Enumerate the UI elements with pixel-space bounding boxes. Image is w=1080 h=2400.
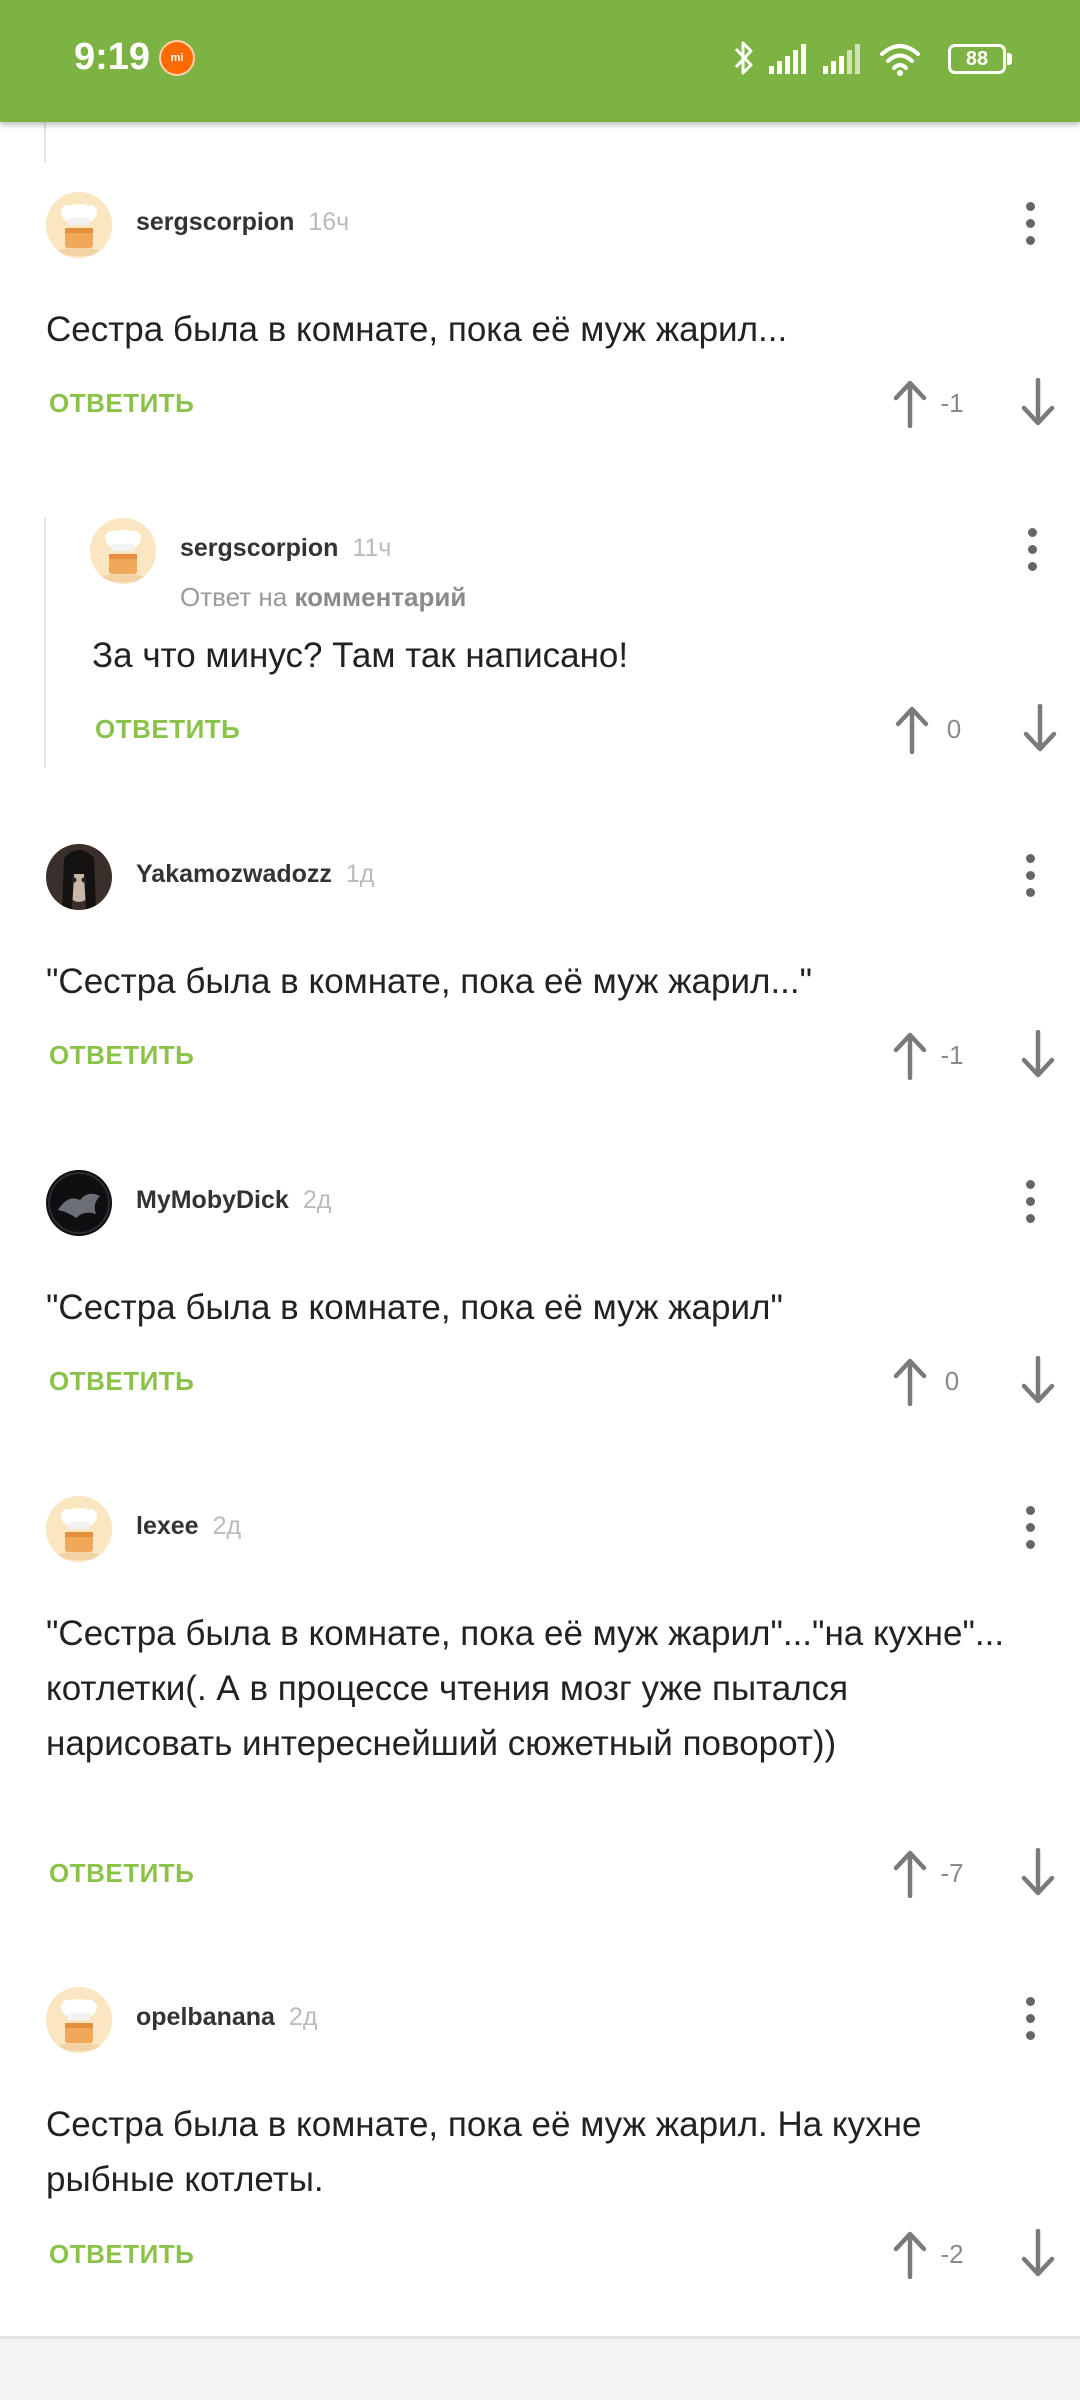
- comment-text: "Сестра была в комнате, пока её муж жари…: [46, 1614, 1005, 1763]
- thread-line: [44, 122, 46, 162]
- comment-time: 2д: [302, 1186, 332, 1214]
- comment-text: За что минус? Там так написано!: [92, 636, 629, 675]
- more-vertical-icon[interactable]: [1024, 854, 1036, 898]
- arrow-up-icon[interactable]: [892, 704, 932, 755]
- arrow-down-icon[interactable]: [1018, 377, 1058, 428]
- signal-strength-icon: [823, 44, 860, 74]
- username[interactable]: lexee 2д: [136, 1512, 241, 1541]
- username[interactable]: Yakamozwadozz 1д: [136, 860, 374, 889]
- wifi-icon: [880, 44, 920, 76]
- comment: MyMobyDick 2д "Сестра была в комнате, пок…: [0, 1170, 1080, 1420]
- comment-actions: ОТВЕТИТЬ -7: [0, 1842, 1080, 1902]
- more-vertical-icon[interactable]: [1024, 1506, 1036, 1550]
- more-vertical-icon[interactable]: [1026, 528, 1038, 572]
- username[interactable]: opelbanana 2д: [136, 2003, 317, 2032]
- bottom-area: [0, 2339, 1080, 2400]
- avatar[interactable]: [46, 1496, 112, 1562]
- comment-time: 11ч: [352, 534, 392, 562]
- avatar[interactable]: [46, 1987, 112, 2053]
- arrow-down-icon[interactable]: [1018, 1355, 1058, 1406]
- reply-button[interactable]: ОТВЕТИТЬ: [49, 1366, 194, 1397]
- more-vertical-icon[interactable]: [1024, 1180, 1036, 1224]
- mi-notification-icon: mi: [159, 40, 195, 76]
- vote-score: -7: [940, 1858, 964, 1888]
- reply-button[interactable]: ОТВЕТИТЬ: [49, 1858, 194, 1889]
- comment-time: 16ч: [308, 208, 350, 236]
- avatar[interactable]: [90, 518, 156, 584]
- reply-button[interactable]: ОТВЕТИТЬ: [49, 2239, 194, 2270]
- comment-actions: ОТВЕТИТЬ -1: [0, 372, 1080, 432]
- battery-tip: [1007, 53, 1012, 65]
- reply-comment: sergscorpion 11ч Ответ на комментарий За …: [44, 518, 1080, 768]
- more-vertical-icon[interactable]: [1024, 202, 1036, 246]
- arrow-up-icon[interactable]: [890, 378, 930, 429]
- vote-score: -1: [940, 1040, 964, 1070]
- arrow-down-icon[interactable]: [1018, 1847, 1058, 1898]
- comment-text: Сестра была в комнате, пока её муж жарил…: [46, 2105, 922, 2199]
- vote-score: -2: [940, 2239, 964, 2269]
- username[interactable]: MyMobyDick 2д: [136, 1186, 331, 1215]
- reply-target-link[interactable]: комментарий: [294, 582, 466, 612]
- comment: Yakamozwadozz 1д "Сестра была в комнате, …: [0, 844, 1080, 1094]
- reply-button[interactable]: ОТВЕТИТЬ: [49, 1040, 194, 1071]
- comment-time: 2д: [288, 2003, 318, 2031]
- reply-button[interactable]: ОТВЕТИТЬ: [49, 388, 194, 419]
- comment-text: "Сестра была в комнате, пока её муж жари…: [46, 962, 813, 1001]
- comment: sergscorpion 16ч Сестра была в комнате, п…: [0, 192, 1080, 442]
- arrow-down-icon[interactable]: [1018, 2228, 1058, 2279]
- comment-actions: ОТВЕТИТЬ -2: [0, 2223, 1080, 2283]
- username[interactable]: sergscorpion 11ч: [180, 534, 391, 563]
- arrow-down-icon[interactable]: [1018, 1029, 1058, 1080]
- avatar[interactable]: [46, 192, 112, 258]
- comment-text: "Сестра была в комнате, пока её муж жари…: [46, 1288, 783, 1327]
- arrow-up-icon[interactable]: [890, 2229, 930, 2280]
- reply-to-label: Ответ на комментарий: [180, 582, 467, 612]
- signal-strength-icon: [769, 44, 806, 74]
- more-vertical-icon[interactable]: [1024, 1997, 1036, 2041]
- comment-actions: ОТВЕТИТЬ -1: [0, 1024, 1080, 1084]
- comment: lexee 2д "Сестра была в комнате, пока её …: [0, 1496, 1080, 1912]
- avatar[interactable]: [46, 1170, 112, 1236]
- comment-actions: ОТВЕТИТЬ 0: [0, 1350, 1080, 1410]
- arrow-up-icon[interactable]: [890, 1030, 930, 1081]
- username[interactable]: sergscorpion 16ч: [136, 208, 349, 237]
- reply-button[interactable]: ОТВЕТИТЬ: [95, 714, 240, 745]
- comment-actions: ОТВЕТИТЬ 0: [46, 698, 1080, 758]
- comment-text: Сестра была в комнате, пока её муж жарил…: [46, 310, 788, 349]
- comment-time: 1д: [345, 860, 375, 888]
- comment: opelbanana 2д Сестра была в комнате, пока…: [0, 1987, 1080, 2293]
- status-time: 9:19: [74, 36, 151, 78]
- vote-score: 0: [946, 714, 962, 744]
- arrow-down-icon[interactable]: [1020, 703, 1060, 754]
- vote-score: 0: [944, 1366, 960, 1396]
- battery-icon: 88: [948, 44, 1006, 74]
- bluetooth-icon: [734, 41, 753, 75]
- avatar[interactable]: [46, 844, 112, 910]
- vote-score: -1: [940, 388, 964, 418]
- arrow-up-icon[interactable]: [890, 1848, 930, 1899]
- status-bar: 9:19 mi 88: [0, 0, 1080, 122]
- comment-time: 2д: [212, 1512, 242, 1540]
- arrow-up-icon[interactable]: [890, 1356, 930, 1407]
